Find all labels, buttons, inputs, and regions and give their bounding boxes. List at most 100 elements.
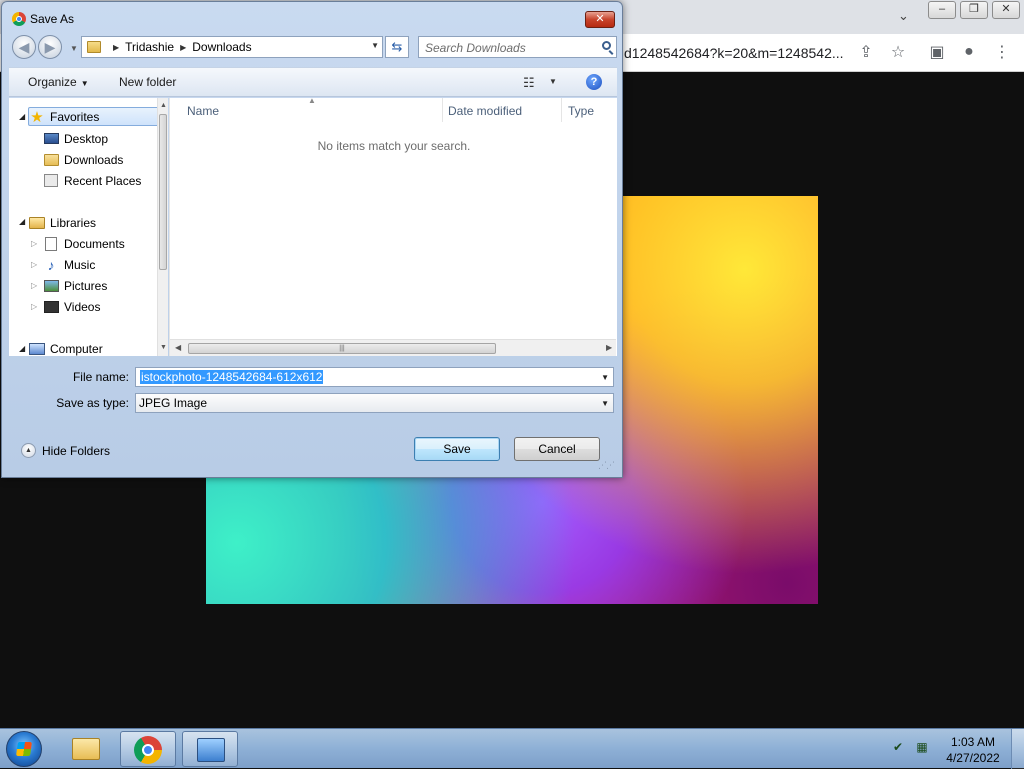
tree-item-music[interactable]: ♪ Music xyxy=(43,255,96,274)
sort-ascending-icon: ▲ xyxy=(308,96,316,105)
scroll-left-icon[interactable]: ◀ xyxy=(175,343,181,352)
tree-item-recent-places[interactable]: Recent Places xyxy=(43,171,141,190)
tree-label: Downloads xyxy=(64,152,124,167)
taskbar-explorer[interactable] xyxy=(58,731,114,767)
scrollbar-thumb[interactable] xyxy=(159,114,167,270)
system-tray: ✔ ▦ xyxy=(890,739,938,755)
tree-label: Computer xyxy=(50,341,103,356)
tree-item-documents[interactable]: Documents xyxy=(43,234,125,253)
recent-locations-dropdown-icon[interactable]: ▼ xyxy=(70,44,78,53)
profile-icon[interactable]: ● xyxy=(958,41,980,63)
organize-label: Organize xyxy=(28,75,77,89)
downloads-folder-icon xyxy=(43,152,59,168)
taskbar-control-panel[interactable] xyxy=(182,731,238,767)
horizontal-scrollbar[interactable]: ◀ ||| ▶ xyxy=(170,339,616,356)
expand-pictures-icon[interactable]: ▷ xyxy=(31,281,37,290)
address-bar-url[interactable]: d1248542684?k=20&m=1248542... xyxy=(624,45,844,61)
empty-list-message: No items match your search. xyxy=(317,139,471,153)
save-as-dialog: Save As ✕ ◀ ▶ ▼ ▶ Tridashie ▶ Downloads … xyxy=(1,1,623,478)
windows-logo-icon xyxy=(16,742,32,756)
forward-arrow-icon[interactable]: ▶ xyxy=(38,35,62,59)
show-desktop-button[interactable] xyxy=(1011,729,1024,769)
resize-grip-icon[interactable]: ⋰⋰ xyxy=(598,460,615,471)
tree-item-desktop[interactable]: Desktop xyxy=(43,129,108,148)
column-divider[interactable] xyxy=(442,98,443,122)
scroll-down-icon[interactable]: ▼ xyxy=(160,344,167,351)
search-icon[interactable] xyxy=(602,41,611,50)
file-list: ▲ Name Date modified Type No items match… xyxy=(169,96,617,356)
address-dropdown-icon[interactable]: ▼ xyxy=(371,41,379,50)
search-box[interactable] xyxy=(418,36,617,58)
expand-music-icon[interactable]: ▷ xyxy=(31,260,37,269)
file-name-value[interactable]: istockphoto-1248542684-612x612 xyxy=(140,370,324,384)
videos-icon xyxy=(43,299,59,315)
address-breadcrumb[interactable]: ▶ Tridashie ▶ Downloads ▼ xyxy=(81,36,383,58)
back-arrow-icon[interactable]: ◀ xyxy=(12,35,36,59)
search-input[interactable] xyxy=(423,39,597,57)
explorer-folder-icon xyxy=(72,738,100,760)
clock[interactable]: 1:03 AM 4/27/2022 xyxy=(940,734,1006,766)
start-button[interactable] xyxy=(6,731,42,767)
scroll-up-icon[interactable]: ▲ xyxy=(160,102,167,109)
tree-item-libraries[interactable]: Libraries xyxy=(29,213,96,232)
view-options-icon[interactable]: ☷ xyxy=(523,75,535,91)
column-header-type[interactable]: Type xyxy=(568,104,594,118)
chrome-app-icon xyxy=(12,12,26,26)
tab-search-chevron-icon[interactable]: ⌄ xyxy=(898,8,909,24)
share-icon[interactable]: ⇪ xyxy=(855,41,877,63)
tree-item-downloads[interactable]: Downloads xyxy=(43,150,123,169)
libraries-icon xyxy=(29,215,45,231)
expand-libraries-icon[interactable]: ◢ xyxy=(19,217,25,226)
file-name-dropdown-icon[interactable]: ▼ xyxy=(601,373,609,382)
cancel-button[interactable]: Cancel xyxy=(514,437,600,461)
navigation-scrollbar[interactable]: ▲ ▼ xyxy=(157,98,168,356)
network-icon[interactable]: ▦ xyxy=(914,739,930,755)
chevron-down-icon[interactable]: ▼ xyxy=(601,399,609,408)
taskbar-chrome[interactable] xyxy=(120,731,176,767)
expand-computer-icon[interactable]: ◢ xyxy=(19,344,25,353)
chevron-right-icon[interactable]: ▶ xyxy=(113,43,119,52)
computer-icon xyxy=(29,341,45,357)
hide-folders-button[interactable]: ▲ Hide Folders xyxy=(21,443,110,458)
new-folder-button[interactable]: New folder xyxy=(119,75,176,89)
tree-item-computer[interactable]: Computer xyxy=(29,339,103,356)
expand-documents-icon[interactable]: ▷ xyxy=(31,239,37,248)
maximize-button[interactable]: ❐ xyxy=(960,1,988,19)
column-divider[interactable] xyxy=(561,98,562,122)
minimize-button[interactable]: – xyxy=(928,1,956,19)
chevron-down-icon: ▼ xyxy=(80,79,89,88)
save-button[interactable]: Save xyxy=(414,437,500,461)
action-center-icon[interactable]: ✔ xyxy=(890,739,906,755)
expand-videos-icon[interactable]: ▷ xyxy=(31,302,37,311)
view-dropdown-icon[interactable]: ▼ xyxy=(549,77,557,86)
tree-label: Music xyxy=(64,257,96,272)
collapse-arrow-icon: ▲ xyxy=(21,443,36,458)
recent-places-icon xyxy=(43,173,59,189)
column-header-date-modified[interactable]: Date modified xyxy=(448,104,522,118)
clock-date: 4/27/2022 xyxy=(946,751,1000,765)
pictures-icon xyxy=(43,278,59,294)
bookmark-star-icon[interactable]: ☆ xyxy=(887,41,909,63)
more-menu-icon[interactable]: ⋮ xyxy=(991,41,1013,63)
help-icon[interactable]: ? xyxy=(586,74,602,90)
close-button[interactable]: ✕ xyxy=(992,1,1020,19)
chevron-right-icon[interactable]: ▶ xyxy=(180,43,186,52)
scroll-right-icon[interactable]: ▶ xyxy=(606,343,612,352)
scrollbar-thumb[interactable]: ||| xyxy=(188,343,496,354)
column-header-name[interactable]: Name xyxy=(187,104,219,118)
folder-icon xyxy=(87,41,101,53)
music-icon: ♪ xyxy=(47,256,55,273)
organize-button[interactable]: Organize ▼ xyxy=(28,75,89,89)
side-panel-icon[interactable]: ▣ xyxy=(926,41,948,63)
save-as-type-value: JPEG Image xyxy=(139,396,208,410)
save-as-type-select[interactable]: JPEG Image ▼ xyxy=(135,393,614,413)
tree-item-pictures[interactable]: Pictures xyxy=(43,276,107,295)
tree-item-videos[interactable]: Videos xyxy=(43,297,100,316)
tree-item-favorites[interactable]: ★ Favorites xyxy=(28,107,161,126)
breadcrumb-user[interactable]: Tridashie xyxy=(125,40,174,54)
dialog-close-button[interactable]: ✕ xyxy=(585,11,615,28)
expand-favorites-icon[interactable]: ◢ xyxy=(19,112,25,121)
refresh-icon[interactable]: ⇆ xyxy=(385,36,409,58)
breadcrumb-downloads[interactable]: Downloads xyxy=(192,40,251,54)
file-name-input[interactable]: istockphoto-1248542684-612x612 ▼ xyxy=(135,367,614,387)
